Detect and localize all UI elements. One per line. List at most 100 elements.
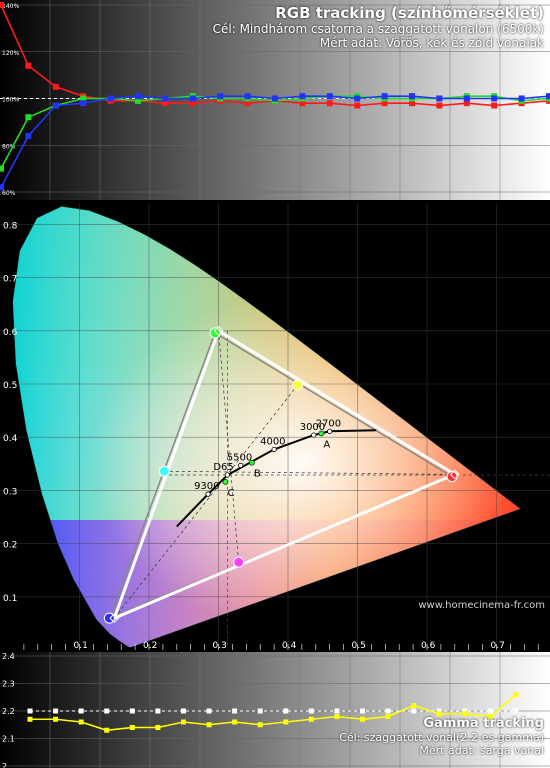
- rgb-point-green: [25, 114, 32, 121]
- gamma-target-point: [360, 708, 366, 714]
- gamma-panel-caption: Gamma tracking Cél: szaggatott vonal(2.2…: [339, 716, 544, 757]
- rgb-point-blue: [25, 132, 32, 139]
- gamma-target-point: [411, 708, 417, 714]
- cct-point: [224, 472, 230, 478]
- figure: 140% 120% 100% 80% 60% 0.1 0.2 0.3 0.4 0.5 0.6 0.7…: [0, 0, 550, 768]
- illuminant-label: C: [227, 488, 234, 499]
- rgb-point-blue: [436, 95, 443, 102]
- cie-x-tick-label: 0.3: [213, 641, 227, 651]
- cie-y-tick-label: 0.5: [3, 381, 17, 391]
- rgb-point-red: [436, 102, 443, 109]
- gamma-target-point: [513, 708, 519, 714]
- rgb-point-blue: [354, 95, 361, 102]
- gamma-target-point: [180, 708, 186, 714]
- cie-y-tick-label: 0.7: [3, 275, 17, 285]
- rgb-point-blue: [162, 95, 169, 102]
- gamma-point: [180, 719, 186, 725]
- gamma-target-point: [487, 708, 493, 714]
- cct-label: 9300: [194, 481, 219, 492]
- secondary-point: [158, 465, 170, 477]
- rgb-point-red: [52, 83, 59, 90]
- watermark: www.homecinema-fr.com: [418, 600, 545, 611]
- cie-y-tick-label: 0.2: [3, 541, 17, 551]
- rgb-y-tick-label: 140%: [2, 3, 19, 10]
- gamma-target-point: [385, 708, 391, 714]
- gamma-point: [129, 725, 135, 730]
- rgb-point-blue: [135, 93, 141, 100]
- gamma-point: [513, 692, 519, 697]
- rgb-point-red: [326, 100, 333, 107]
- gamma-target-point: [232, 708, 238, 714]
- gamma-y-tick-label: 2.4: [2, 652, 15, 661]
- gamma-target-point: [155, 708, 161, 714]
- gamma-point: [27, 716, 33, 722]
- gamma-point: [232, 719, 238, 725]
- illuminant-label: A: [323, 439, 330, 450]
- illuminant-point: [248, 459, 255, 466]
- gamma-y-tick-label: 2.1: [2, 735, 15, 744]
- illuminant-point: [222, 478, 229, 485]
- cct-point: [238, 462, 244, 468]
- gamma-point: [308, 716, 314, 722]
- cie-y-tick-label: 0.6: [3, 328, 18, 338]
- gamma-point: [155, 725, 161, 730]
- gamma-point: [104, 727, 110, 733]
- gamma-point: [411, 703, 417, 708]
- gamma-y-tick-label: 2: [2, 762, 7, 768]
- rgb-point-blue: [518, 95, 525, 102]
- gamma-target-point: [27, 708, 33, 714]
- rgb-point-red: [491, 102, 498, 109]
- gamma-target-point: [78, 708, 84, 714]
- gamma-panel-title: Gamma tracking: [423, 716, 544, 731]
- rgb-point-blue: [272, 95, 278, 102]
- gamma-target-point: [283, 708, 289, 714]
- illuminant-point: [318, 430, 325, 437]
- rgb-panel-measured-text: Mért adat: Vörös, kék és zöld vonalak: [319, 36, 544, 50]
- rgb-point-blue: [217, 93, 224, 100]
- cie-y-tick-label: 0.4: [3, 434, 18, 444]
- rgb-y-tick-label: 60%: [2, 190, 16, 197]
- cie-x-tick-label: 0.4: [282, 641, 297, 651]
- cie-y-tick-label: 0.8: [3, 221, 18, 231]
- gamma-point: [206, 722, 212, 728]
- gamma-panel-target-text: Cél: szaggatott vonal(2.2-es gamma): [339, 731, 544, 744]
- gamma-target-point: [129, 708, 135, 714]
- rgb-point-blue: [546, 93, 550, 100]
- rgb-point-blue: [409, 93, 415, 100]
- cct-point: [311, 432, 317, 438]
- gamma-target-point: [104, 708, 110, 714]
- secondary-point: [292, 379, 304, 391]
- rgb-point-blue: [381, 93, 388, 100]
- rgb-point-blue: [189, 95, 196, 102]
- rgb-y-tick-label: 120%: [2, 50, 19, 57]
- cie-panel: 0.1 0.2 0.3 0.4 0.5 0.6 0.7 0.1 0.2 0.3 0.4 0.5 0.6 0…: [0, 203, 550, 651]
- gamma-target-point: [334, 708, 340, 714]
- cie-x-tick-label: 0.6: [421, 641, 436, 651]
- rgb-point-blue: [244, 93, 251, 100]
- cct-point: [271, 446, 277, 453]
- chart-canvas: 140%120%100%80%60% 0.1 0.2 0.3 0.4 0.5 0.6 0.7…: [0, 0, 550, 768]
- gamma-y-tick-label: 2.3: [2, 680, 15, 689]
- rgb-panel-target-text: Cél: Mindhárom csatorna a szaggatott von…: [212, 22, 544, 36]
- cct-label: 5500: [227, 452, 252, 463]
- rgb-point-green: [0, 165, 4, 172]
- gamma-target-point: [257, 708, 263, 714]
- cct-label: D65: [213, 462, 233, 473]
- rgb-point-blue: [491, 95, 498, 102]
- rgb-point-blue: [0, 184, 4, 191]
- gamma-point: [78, 719, 84, 725]
- rgb-y-tick-label: 100%: [2, 97, 19, 104]
- gamma-point: [283, 719, 289, 725]
- cct-label: 4000: [260, 436, 285, 447]
- cie-y-tick-label: 0.3: [3, 487, 17, 497]
- cct-point: [327, 428, 333, 434]
- gamma-target-point: [53, 708, 59, 714]
- gamma-point: [53, 716, 59, 722]
- cct-point: [205, 491, 211, 497]
- rgb-point-blue: [326, 93, 333, 100]
- rgb-panel-caption: RGB tracking (színhőmérséklet) Cél: Mind…: [213, 4, 544, 50]
- gamma-point: [257, 722, 263, 728]
- cie-x-tick-label: 0.5: [352, 641, 366, 651]
- rgb-point-red: [0, 2, 4, 8]
- rgb-point-red: [25, 62, 32, 69]
